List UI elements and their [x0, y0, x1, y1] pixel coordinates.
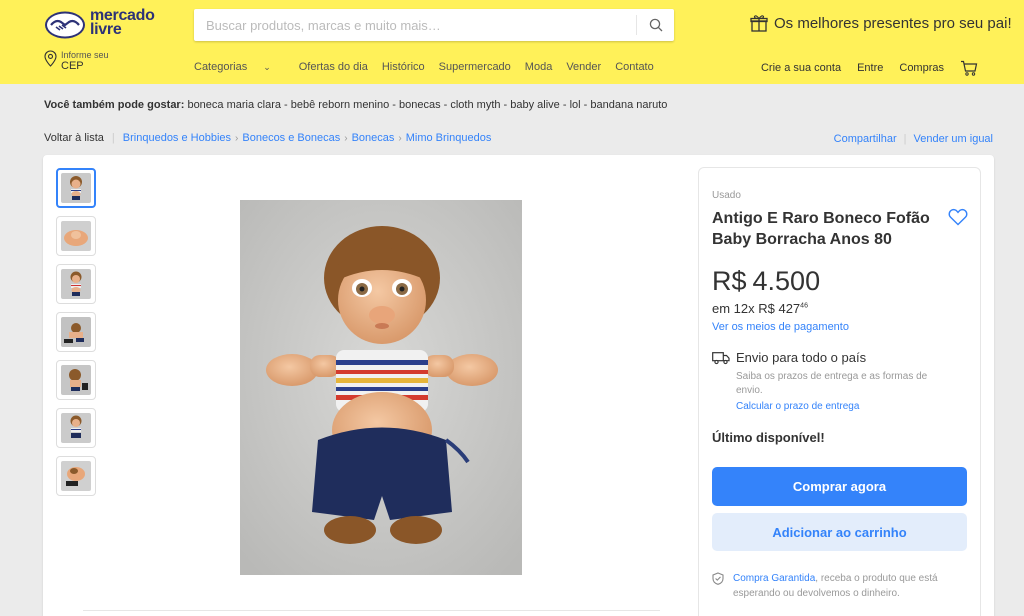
- buy-now-button[interactable]: Comprar agora: [712, 467, 967, 506]
- nav-contato[interactable]: Contato: [615, 61, 654, 73]
- heart-icon[interactable]: [948, 208, 968, 226]
- mercado-livre-logo[interactable]: mercado livre: [44, 8, 156, 42]
- guarantee-link[interactable]: Compra Garantida: [733, 573, 815, 584]
- chevron-right-icon: ›: [398, 132, 402, 144]
- installments-text: em 12x R$ 427: [712, 301, 801, 316]
- cep-value: CEP: [61, 60, 84, 72]
- shipping-description: Saiba os prazos de entrega e as formas d…: [736, 371, 928, 396]
- login-link[interactable]: Entre: [857, 62, 883, 74]
- buy-box: Usado Antigo E Raro Boneco Fofão Baby Bo…: [698, 167, 981, 616]
- promo-text: Os melhores presentes pro seu pai!: [774, 14, 1012, 32]
- gift-icon: [750, 15, 768, 32]
- breadcrumb-item[interactable]: Bonecas: [352, 132, 395, 144]
- guarantee-text: Compra Garantida, receba o produto que e…: [733, 573, 938, 599]
- installments: em 12x R$ 42746: [712, 301, 808, 316]
- search-bar: [194, 9, 674, 41]
- header: mercado livre Os melhores presentes pro …: [0, 0, 1024, 84]
- calculate-shipping-link[interactable]: Calcular o prazo de entrega: [736, 401, 859, 412]
- thumbnail[interactable]: [56, 264, 96, 304]
- item-condition: Usado: [712, 190, 741, 201]
- nav-ofertas[interactable]: Ofertas do dia: [299, 61, 368, 73]
- doll-thumbnail-image: [61, 173, 91, 203]
- cep-selector[interactable]: Informe seu CEP: [44, 50, 109, 72]
- cart-icon[interactable]: [960, 60, 978, 76]
- doll-thumbnail-image: [61, 413, 91, 443]
- chevron-down-icon: ⌄: [263, 62, 271, 72]
- related-label: Você também pode gostar:: [44, 99, 185, 111]
- back-to-list-link[interactable]: Voltar à lista: [44, 132, 104, 144]
- doll-thumbnail-image: [61, 365, 91, 395]
- chevron-right-icon: ›: [235, 132, 239, 144]
- price: R$ 4.500: [712, 266, 820, 297]
- search-input[interactable]: [194, 9, 636, 41]
- sell-similar-link[interactable]: Vender um igual: [914, 133, 994, 145]
- search-icon: [649, 18, 662, 32]
- nav-vender[interactable]: Vender: [566, 61, 601, 73]
- doll-thumbnail-image: [61, 269, 91, 299]
- thumbnail[interactable]: [56, 312, 96, 352]
- add-to-cart-button[interactable]: Adicionar ao carrinho: [712, 513, 967, 551]
- installments-cents: 46: [800, 302, 808, 310]
- content-divider: [83, 610, 660, 611]
- truck-icon: [712, 352, 730, 365]
- create-account-link[interactable]: Crie a sua conta: [761, 62, 841, 74]
- product-card: Usado Antigo E Raro Boneco Fofão Baby Bo…: [43, 155, 994, 616]
- search-button[interactable]: [637, 9, 674, 41]
- main-nav: Categorias ⌄ Ofertas do dia Histórico Sup…: [194, 61, 668, 73]
- thumbnail-gallery: [56, 168, 96, 504]
- nav-supermercado[interactable]: Supermercado: [439, 61, 511, 73]
- doll-thumbnail-image: [61, 461, 91, 491]
- share-divider: |: [903, 133, 907, 145]
- thumbnail[interactable]: [56, 360, 96, 400]
- breadcrumb-item[interactable]: Bonecos e Bonecas: [242, 132, 340, 144]
- product-main-image[interactable]: [240, 200, 522, 575]
- breadcrumb-divider: |: [111, 132, 115, 144]
- cep-label: Informe seu: [61, 50, 109, 60]
- share-actions: Compartilhar | Vender um igual: [834, 133, 993, 145]
- promo-banner[interactable]: Os melhores presentes pro seu pai!: [750, 14, 1012, 32]
- thumbnail[interactable]: [56, 456, 96, 496]
- breadcrumb-item[interactable]: Brinquedos e Hobbies: [123, 132, 231, 144]
- product-title: Antigo E Raro Boneco Fofão Baby Borracha…: [712, 210, 930, 248]
- nav-categorias[interactable]: Categorias ⌄: [194, 61, 285, 73]
- thumbnail[interactable]: [56, 168, 96, 208]
- price-currency: R$: [712, 266, 747, 296]
- price-value: 4.500: [752, 266, 821, 296]
- chevron-right-icon: ›: [344, 132, 348, 144]
- shipping-title: Envio para todo o país: [736, 350, 867, 365]
- related-items[interactable]: boneca maria clara - bebê reborn menino …: [184, 99, 667, 111]
- breadcrumb: Voltar à lista | Brinquedos e Hobbies › …: [44, 132, 491, 144]
- payment-methods-link[interactable]: Ver os meios de pagamento: [712, 321, 849, 333]
- doll-thumbnail-image: [61, 221, 91, 251]
- nav-moda[interactable]: Moda: [525, 61, 553, 73]
- shield-check-icon: [712, 572, 724, 585]
- stock-status: Último disponível!: [712, 430, 825, 445]
- thumbnail[interactable]: [56, 408, 96, 448]
- breadcrumb-item[interactable]: Mimo Brinquedos: [406, 132, 492, 144]
- account-nav: Crie a sua conta Entre Compras: [745, 60, 978, 76]
- share-link[interactable]: Compartilhar: [834, 133, 897, 145]
- logo-text: mercado livre: [90, 7, 155, 38]
- purchases-link[interactable]: Compras: [899, 62, 944, 74]
- handshake-logo-icon: [45, 11, 85, 39]
- thumbnail[interactable]: [56, 216, 96, 256]
- related-searches: Você também pode gostar: boneca maria cl…: [44, 99, 667, 111]
- doll-thumbnail-image: [61, 317, 91, 347]
- nav-historico[interactable]: Histórico: [382, 61, 425, 73]
- location-pin-icon: [44, 50, 57, 67]
